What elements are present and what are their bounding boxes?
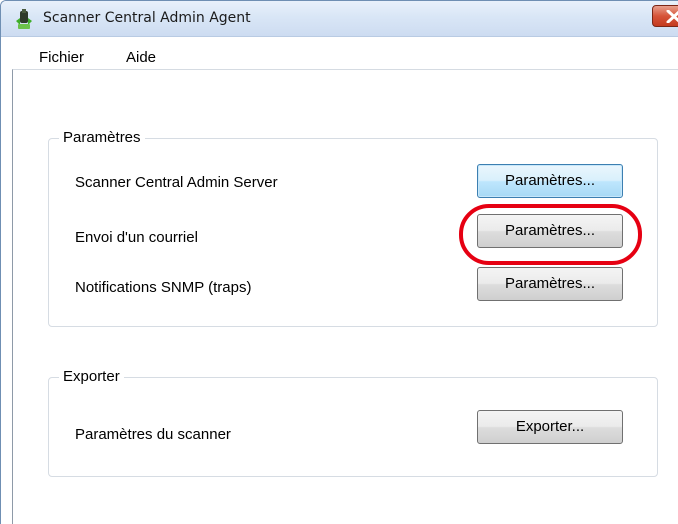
window-title: Scanner Central Admin Agent <box>43 10 251 26</box>
snmp-parametres-button[interactable]: Paramètres... <box>477 267 623 301</box>
parametres-group-title: Paramètres <box>59 129 145 146</box>
menu-bar: Fichier Aide <box>1 37 678 69</box>
app-window: Scanner Central Admin Agent Fichier Aide… <box>0 0 678 524</box>
envoi-courriel-label: Envoi d'un courriel <box>75 229 198 246</box>
parametres-scanner-label: Paramètres du scanner <box>75 426 231 443</box>
scanner-agent-icon <box>14 9 34 31</box>
close-button[interactable] <box>652 5 678 27</box>
scanner-central-admin-server-label: Scanner Central Admin Server <box>75 174 278 191</box>
menu-aide[interactable]: Aide <box>126 49 156 66</box>
server-parametres-button[interactable]: Paramètres... <box>477 164 623 198</box>
highlight-annotation <box>459 204 642 265</box>
menu-fichier[interactable]: Fichier <box>39 49 84 66</box>
notifications-snmp-label: Notifications SNMP (traps) <box>75 279 252 296</box>
exporter-button[interactable]: Exporter... <box>477 410 623 444</box>
title-bar[interactable]: Scanner Central Admin Agent <box>1 1 678 37</box>
close-icon <box>666 10 678 23</box>
exporter-group-title: Exporter <box>59 368 124 385</box>
